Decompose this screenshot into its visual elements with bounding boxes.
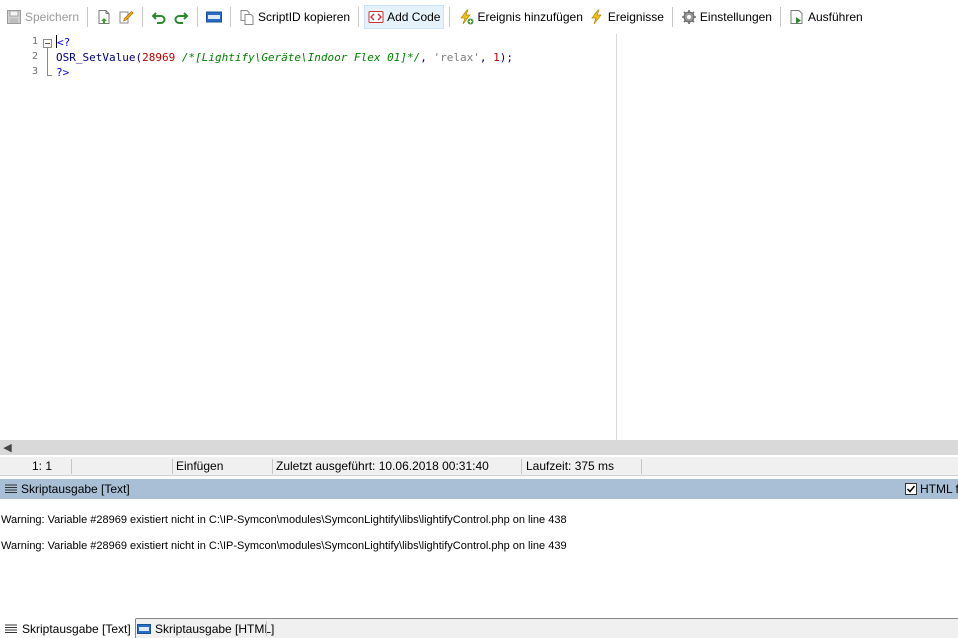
toolbar-separator [230, 7, 232, 27]
undo-button[interactable] [148, 5, 170, 29]
run-button[interactable]: Ausführen [786, 5, 866, 29]
punctuation: ); [499, 51, 513, 64]
settings-button[interactable]: Einstellungen [678, 5, 775, 29]
code-icon [368, 9, 384, 25]
gear-icon [681, 9, 697, 25]
line-number: 2 [31, 51, 38, 62]
save-button[interactable]: Speichern [3, 5, 82, 29]
last-run-time: Zuletzt ausgeführt: 10.06.2018 00:31:40 [276, 459, 489, 473]
html-button[interactable] [203, 5, 225, 29]
line-number: 3 [31, 66, 38, 77]
code-editor[interactable]: 1 2 3 <? OSR_SetValue(28969 /*[Lightify\… [0, 34, 958, 440]
run-label: Ausführen [807, 10, 863, 24]
fold-guide [47, 48, 48, 76]
list-icon [5, 484, 17, 494]
comment: /*[Lightify\Geräte\Indoor Flex 01]*/ [181, 51, 421, 64]
toolbar-separator [197, 7, 199, 27]
add-code-label: Add Code [387, 10, 441, 24]
right-margin-guide [616, 34, 617, 440]
code-line: OSR_SetValue(28969 /*[Lightify\Geräte\In… [56, 50, 513, 65]
settings-label: Einstellungen [699, 10, 772, 24]
status-divider [71, 459, 72, 474]
fold-guide-end [47, 75, 52, 76]
tab-output-html[interactable]: Skriptausgabe [HTML] [133, 619, 278, 638]
function-call: OSR_SetValue( [56, 51, 143, 64]
edit-button[interactable] [115, 5, 137, 29]
line-number-gutter: 1 2 3 [0, 34, 52, 440]
punctuation: , [479, 51, 494, 64]
events-label: Ereignisse [607, 10, 664, 24]
tab-output-text[interactable]: Skriptausgabe [Text] [0, 618, 136, 638]
php-close-tag: ?> [56, 66, 70, 79]
php-open-tag: <? [57, 36, 71, 49]
toolbar-separator [358, 7, 360, 27]
tab-label: Skriptausgabe [Text] [22, 622, 131, 636]
fold-toggle[interactable] [43, 39, 52, 48]
status-bar: 1: 1 Einfügen Zuletzt ausgeführt: 10.06.… [0, 457, 958, 476]
checkbox[interactable] [905, 483, 917, 495]
tab-label: Skriptausgabe [HTML] [155, 622, 275, 636]
punctuation: , [420, 51, 434, 64]
scroll-left-icon[interactable]: ◀ [0, 440, 15, 455]
output-line: Warning: Variable #28969 existiert nicht… [1, 540, 567, 552]
toolbar-separator [142, 7, 144, 27]
floppy-disk-icon [6, 9, 22, 25]
line-number: 1 [31, 36, 38, 47]
tab-divider [266, 621, 267, 636]
insert-mode: Einfügen [176, 459, 224, 473]
script-output: Warning: Variable #28969 existiert nicht… [0, 499, 958, 618]
runtime: Laufzeit: 375 ms [526, 459, 615, 473]
redo-button[interactable] [170, 5, 192, 29]
toolbar-separator [779, 7, 781, 27]
code-line: <? [56, 35, 70, 50]
number-literal: 1 [493, 51, 500, 64]
html-filter-checkbox[interactable]: HTML fil [905, 482, 958, 496]
status-divider [521, 459, 522, 474]
copy-scriptid-label: ScriptID kopieren [258, 10, 351, 24]
run-script-icon [789, 9, 805, 25]
code-line: ?> [56, 65, 69, 80]
status-divider [172, 459, 173, 474]
number-literal: 28969 [142, 51, 176, 64]
list-icon [4, 623, 18, 635]
output-line: Warning: Variable #28969 existiert nicht… [1, 514, 567, 526]
new-file-icon [96, 9, 112, 25]
status-divider [272, 459, 273, 474]
toolbar-separator [87, 7, 89, 27]
add-event-label: Ereignis hinzufügen [477, 10, 583, 24]
html-icon [137, 623, 151, 635]
output-tabs: Skriptausgabe [Text] Skriptausgabe [HTML… [0, 618, 958, 638]
cursor-position: 1: 1 [32, 459, 53, 473]
save-label: Speichern [25, 10, 80, 24]
add-code-button[interactable]: Add Code [364, 5, 445, 29]
lightning-icon [589, 9, 605, 25]
toolbar-separator [671, 7, 673, 27]
new-file-button[interactable] [93, 5, 115, 29]
string-literal: 'relax' [433, 51, 480, 64]
output-panel-title: Skriptausgabe [Text] [21, 482, 130, 496]
html-filter-label: HTML fil [920, 482, 958, 496]
lightning-add-icon [458, 9, 474, 25]
undo-icon [151, 9, 167, 25]
pencil-icon [118, 9, 134, 25]
redo-icon [173, 9, 189, 25]
copy-icon [239, 9, 255, 25]
output-panel-header: Skriptausgabe [Text] HTML fil [0, 479, 958, 499]
horizontal-scrollbar[interactable]: ◀ [0, 440, 958, 455]
html-icon [206, 9, 223, 25]
add-event-button[interactable]: Ereignis hinzufügen [455, 5, 585, 29]
events-button[interactable]: Ereignisse [586, 5, 667, 29]
toolbar: Speichern ScriptID kopieren Add Code Ere… [0, 0, 958, 34]
status-divider [641, 459, 642, 474]
copy-scriptid-button[interactable]: ScriptID kopieren [236, 5, 353, 29]
toolbar-separator [449, 7, 451, 27]
